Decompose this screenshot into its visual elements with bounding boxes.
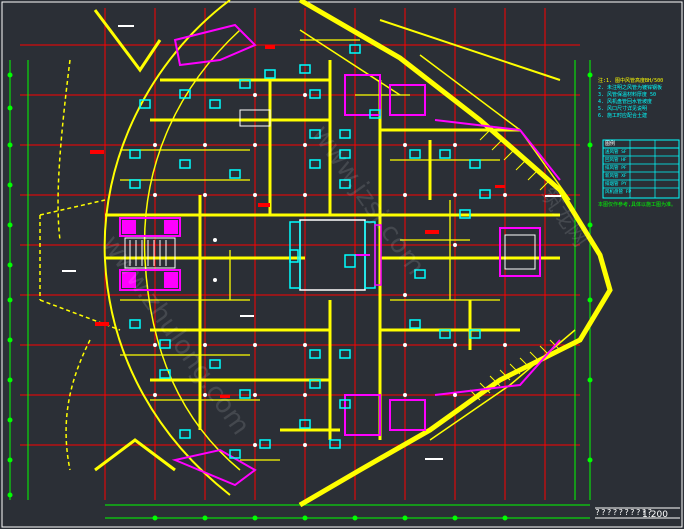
note-line: 3. 风管保温材料厚度 50 [598, 92, 657, 98]
extra-note: 本图仅作参考,具体以施工图为准。 [598, 202, 677, 208]
note-line: 注:1. 图中风管高度BH/500 [598, 78, 664, 84]
note-line: 5. 风口尺寸详见说明 [598, 106, 648, 112]
legend-row: 送风管 SF [605, 150, 627, 155]
note-line: 2. 未注明之风管为镀锌钢板 [598, 85, 663, 91]
legend-row: 回风管 HF [605, 158, 627, 163]
legend-title: 图例 [605, 141, 616, 147]
note-line: 4. 风机盘管回水管坡度 [598, 99, 653, 105]
legend-row: 风机盘管 FP [605, 190, 632, 195]
legend-row: 新风管 XF [605, 174, 627, 179]
hvac-floor-plan [1, 0, 683, 528]
branch-ducts [120, 39, 500, 461]
fan-coil-units [129, 44, 491, 459]
notes-block: 注:1. 图中风管高度BH/500 2. 未注明之风管为镀锌钢板 3. 风管保温… [598, 78, 682, 120]
drawing-border [1, 1, 683, 528]
legend-row: 排烟管 PY [605, 182, 627, 187]
note-line: 6. 施工时应配合土建 [598, 113, 648, 119]
legend-row: 排风管 PF [605, 166, 627, 171]
legend-rows: 送风管 SF 回风管 HF 排风管 PF 新风管 XF 排烟管 PY 风机盘管 … [605, 149, 681, 197]
cad-drawing-canvas[interactable]: 注:1. 图中风管高度BH/500 2. 未注明之风管为镀锌钢板 3. 风管保温… [0, 0, 684, 529]
title-block-marks: ?????????? [595, 508, 654, 517]
